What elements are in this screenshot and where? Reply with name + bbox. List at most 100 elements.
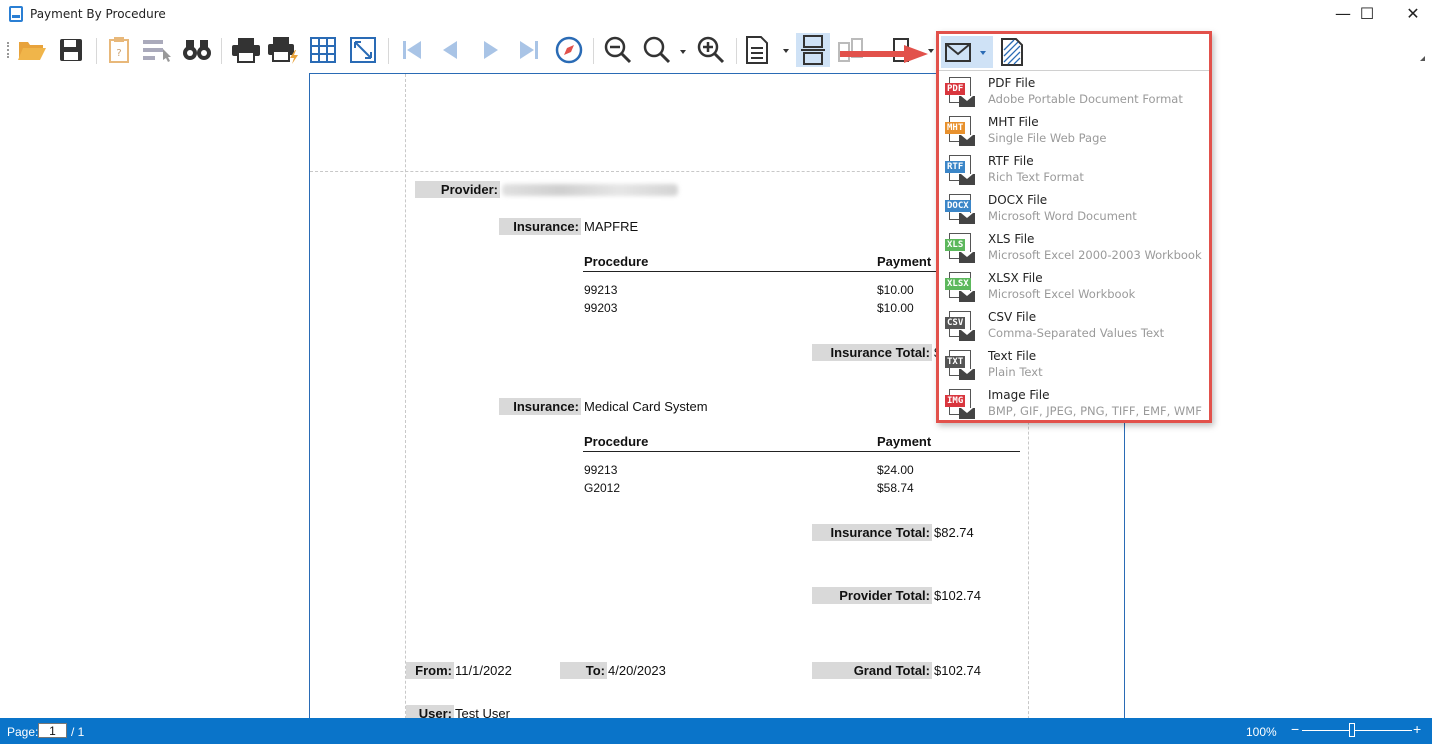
quick-print-icon[interactable] [267, 33, 301, 67]
file-type-icon: PDF [945, 77, 975, 107]
export-menu-item[interactable]: TXT Text File Plain Text [939, 345, 1209, 384]
envelope-icon [959, 96, 975, 107]
export-menu-item[interactable]: CSV CSV File Comma-Separated Values Text [939, 306, 1209, 345]
export-item-subtitle: Microsoft Excel 2000-2003 Workbook [988, 248, 1202, 262]
page-number-input[interactable]: 1 [38, 723, 67, 738]
export-item-title: Text File [988, 349, 1037, 363]
export-menu-item[interactable]: XLSX XLSX File Microsoft Excel Workbook [939, 267, 1209, 306]
parameters-icon[interactable] [140, 33, 174, 67]
to-label: To: [560, 662, 607, 679]
file-badge: XLSX [945, 278, 971, 290]
export-item-title: XLSX File [988, 271, 1043, 285]
page-total: / 1 [71, 725, 85, 739]
from-value: 11/1/2022 [455, 663, 512, 678]
toolbar-overflow-icon[interactable] [1420, 56, 1425, 61]
envelope-icon [959, 408, 975, 419]
print-icon[interactable] [229, 33, 263, 67]
file-type-icon: DOCX [945, 194, 975, 224]
export-menu-item[interactable]: IMG Image File BMP, GIF, JPEG, PNG, TIFF, … [939, 384, 1209, 423]
multipage-icon[interactable] [796, 33, 830, 67]
next-page-icon[interactable] [474, 33, 508, 67]
provider-name-redacted [502, 184, 678, 196]
file-badge: RTF [945, 161, 966, 173]
toolbar-grip[interactable] [7, 42, 9, 58]
open-folder-icon[interactable] [15, 33, 49, 67]
export-item-title: MHT File [988, 115, 1039, 129]
zoom-minus-icon[interactable]: − [1291, 721, 1299, 737]
file-type-icon: XLSX [945, 272, 975, 302]
procedure-column-header: Procedure [584, 434, 649, 449]
maximize-button[interactable]: ☐ [1344, 0, 1390, 30]
envelope-icon [959, 135, 975, 146]
envelope-icon [959, 213, 975, 224]
export-item-subtitle: BMP, GIF, JPEG, PNG, TIFF, EMF, WMF [988, 404, 1202, 418]
insurance-total-value: $82.74 [934, 525, 974, 540]
export-item-subtitle: Microsoft Excel Workbook [988, 287, 1136, 301]
insurance-total-label: Insurance Total: [812, 524, 932, 541]
export-item-title: CSV File [988, 310, 1037, 324]
export-item-title: PDF File [988, 76, 1036, 90]
save-icon[interactable] [54, 33, 88, 67]
title-bar: Payment By Procedure — ☐ ✕ [0, 0, 1432, 30]
export-item-subtitle: Adobe Portable Document Format [988, 92, 1183, 106]
email-export-dropdown: PDF PDF File Adobe Portable Document Forma… [936, 31, 1212, 423]
export-menu-item[interactable]: MHT MHT File Single File Web Page [939, 111, 1209, 150]
provider-total-label: Provider Total: [812, 587, 932, 604]
document-icon[interactable] [742, 33, 792, 67]
zoom-icon[interactable] [640, 33, 690, 67]
procedure-cell: 99213 [584, 463, 618, 477]
export-item-title: XLS File [988, 232, 1035, 246]
file-type-icon: MHT [945, 116, 975, 146]
watermark-icon[interactable] [997, 36, 1027, 68]
zoom-slider-thumb[interactable] [1348, 723, 1355, 737]
from-label: From: [406, 662, 454, 679]
zoom-out-icon[interactable] [601, 33, 635, 67]
zoom-in-icon[interactable] [694, 33, 728, 67]
envelope-icon [959, 330, 975, 341]
export-item-subtitle: Single File Web Page [988, 131, 1107, 145]
email-icon[interactable] [941, 36, 993, 68]
file-type-icon: CSV [945, 311, 975, 341]
zoom-slider-track[interactable] [1302, 730, 1412, 731]
grand-total-label: Grand Total: [812, 662, 932, 679]
file-badge: DOCX [945, 200, 971, 212]
export-menu-item[interactable]: XLS XLS File Microsoft Excel 2000-2003 Wor… [939, 228, 1209, 267]
insurance-label: Insurance: [499, 218, 581, 235]
page-label: Page: [7, 725, 39, 739]
close-button[interactable]: ✕ [1390, 0, 1432, 30]
binoculars-icon[interactable] [180, 33, 214, 67]
insurance-name: MAPFRE [584, 219, 639, 234]
grand-total-value: $102.74 [934, 663, 981, 678]
export-menu-item[interactable]: PDF PDF File Adobe Portable Document Forma… [939, 72, 1209, 111]
file-type-icon: TXT [945, 350, 975, 380]
file-badge: XLS [945, 239, 966, 251]
file-badge: CSV [945, 317, 966, 329]
page-setup-icon[interactable] [306, 33, 340, 67]
file-badge: TXT [945, 356, 966, 368]
last-page-icon[interactable] [512, 33, 546, 67]
clipboard-icon[interactable]: ? [102, 33, 136, 67]
export-item-subtitle: Rich Text Format [988, 170, 1084, 184]
procedure-column-header: Procedure [584, 254, 649, 269]
payment-cell: $24.00 [877, 463, 914, 477]
zoom-plus-icon[interactable]: + [1413, 721, 1421, 737]
insurance-name: Medical Card System [584, 399, 708, 414]
export-item-title: RTF File [988, 154, 1034, 168]
toolbar: ? [0, 30, 1432, 70]
prev-page-icon[interactable] [433, 33, 467, 67]
export-item-subtitle: Plain Text [988, 365, 1043, 379]
export-menu-item[interactable]: DOCX DOCX File Microsoft Word Document [939, 189, 1209, 228]
file-type-icon: IMG [945, 389, 975, 419]
payment-cell: $58.74 [877, 481, 914, 495]
export-menu-item[interactable]: RTF RTF File Rich Text Format [939, 150, 1209, 189]
provider-total-value: $102.74 [934, 588, 981, 603]
procedure-cell: 99213 [584, 283, 618, 297]
file-type-icon: RTF [945, 155, 975, 185]
first-page-icon[interactable] [395, 33, 429, 67]
envelope-icon [959, 369, 975, 380]
envelope-icon [959, 291, 975, 302]
export-item-title: DOCX File [988, 193, 1048, 207]
fit-page-icon[interactable] [346, 33, 380, 67]
payment-column-header: Payment [877, 254, 932, 269]
navigate-icon[interactable] [552, 33, 586, 67]
